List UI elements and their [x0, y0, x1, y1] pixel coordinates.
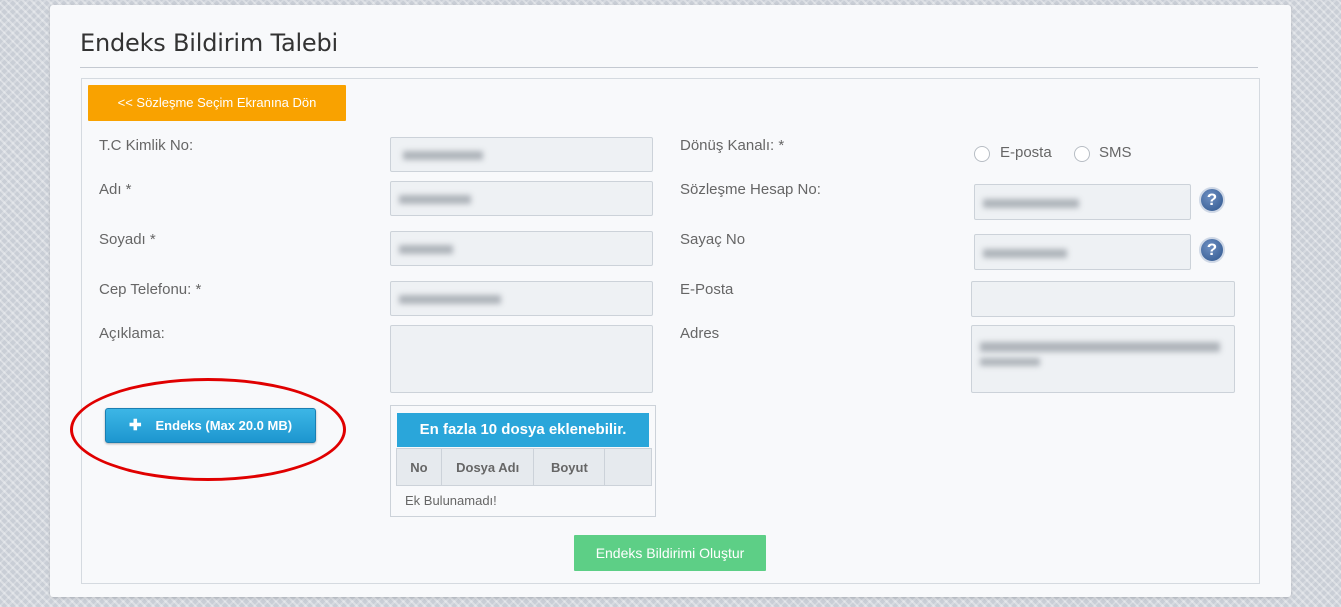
email-field[interactable]: [971, 281, 1235, 317]
redacted-value: [399, 295, 501, 304]
form-panel: Endeks Bildirim Talebi << Sözleşme Seçim…: [50, 5, 1291, 597]
column-header-no: No: [396, 448, 442, 486]
address-label: Adres: [680, 325, 720, 342]
redacted-value: [983, 249, 1067, 258]
redacted-value: [403, 151, 483, 160]
create-endeks-notification-button[interactable]: Endeks Bildirimi Oluştur: [574, 535, 766, 571]
column-header-empty: [604, 448, 652, 486]
description-label: Açıklama:: [99, 325, 165, 342]
title-divider: [80, 67, 1258, 68]
meter-no-label: Sayaç No: [680, 231, 746, 248]
phone-field[interactable]: [390, 281, 653, 316]
surname-field[interactable]: [390, 231, 653, 266]
attachments-limit-header: En fazla 10 dosya eklenebilir.: [397, 413, 649, 447]
description-textarea[interactable]: [390, 325, 653, 393]
tc-label: T.C Kimlik No:: [99, 137, 194, 154]
email-radio-label: E-posta: [1000, 144, 1052, 161]
redacted-value: [399, 195, 471, 204]
phone-label: Cep Telefonu: *: [99, 281, 202, 298]
meter-help-icon[interactable]: ?: [1199, 237, 1225, 263]
tc-field[interactable]: [390, 137, 653, 172]
sms-radio[interactable]: [1074, 146, 1090, 162]
annotation-circle: [70, 378, 346, 481]
column-header-size: Boyut: [533, 448, 606, 486]
name-field[interactable]: [390, 181, 653, 216]
meter-no-field[interactable]: [974, 234, 1191, 270]
redacted-value: [983, 199, 1079, 208]
redacted-value: [980, 358, 1040, 366]
email-label: E-Posta: [680, 281, 734, 298]
email-radio[interactable]: [974, 146, 990, 162]
attachments-table: No Dosya Adı Boyut: [396, 448, 652, 486]
contract-help-icon[interactable]: ?: [1199, 187, 1225, 213]
sms-radio-label: SMS: [1099, 144, 1132, 161]
address-textarea[interactable]: [971, 325, 1235, 393]
column-header-filename: Dosya Adı: [440, 448, 535, 486]
page-title: Endeks Bildirim Talebi: [80, 29, 338, 57]
attachments-table-header-row: No Dosya Adı Boyut: [396, 448, 652, 486]
redacted-value: [399, 245, 453, 254]
return-channel-label: Dönüş Kanalı: *: [680, 137, 785, 154]
attachments-panel: En fazla 10 dosya eklenebilir. No Dosya …: [390, 405, 656, 517]
no-attachments-text: Ek Bulunamadı!: [405, 493, 497, 508]
back-to-contract-selection-button[interactable]: << Sözleşme Seçim Ekranına Dön: [88, 85, 346, 121]
contract-account-field[interactable]: [974, 184, 1191, 220]
redacted-value: [980, 342, 1220, 352]
contract-account-label: Sözleşme Hesap No:: [680, 181, 821, 198]
name-label: Adı *: [99, 181, 132, 198]
surname-label: Soyadı *: [99, 231, 156, 248]
